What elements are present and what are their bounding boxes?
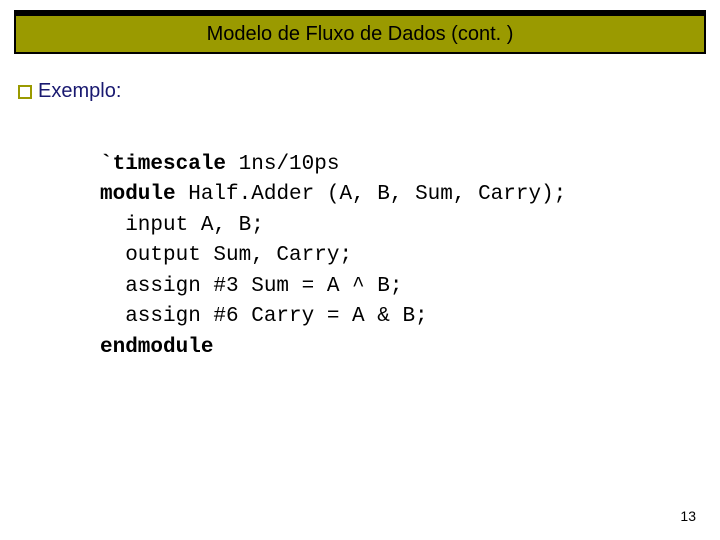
- code-text: Half.Adder (A, B, Sum, Carry);: [176, 183, 567, 206]
- code-line-6: assign #6 Carry = A & B;: [100, 302, 566, 332]
- bullet-label: Exemplo:: [38, 80, 121, 103]
- keyword-timescale: `timescale: [100, 153, 226, 176]
- code-text: 1ns/10ps: [226, 153, 339, 176]
- slide-title: Modelo de Fluxo de Dados (cont. ): [207, 23, 514, 46]
- code-line-3: input A, B;: [100, 211, 566, 241]
- code-line-5: assign #3 Sum = A ^ B;: [100, 272, 566, 302]
- code-line-2: module Half.Adder (A, B, Sum, Carry);: [100, 180, 566, 210]
- page-number: 13: [680, 508, 696, 524]
- slide: Modelo de Fluxo de Dados (cont. ) Exempl…: [0, 0, 720, 540]
- bullet-item: Exemplo:: [18, 80, 121, 103]
- title-bar: Modelo de Fluxo de Dados (cont. ): [14, 10, 706, 54]
- square-bullet-icon: [18, 85, 32, 99]
- code-line-7: endmodule: [100, 333, 566, 363]
- keyword-module: module: [100, 183, 176, 206]
- code-line-1: `timescale 1ns/10ps: [100, 150, 566, 180]
- code-block: `timescale 1ns/10psmodule Half.Adder (A,…: [100, 150, 566, 363]
- code-line-4: output Sum, Carry;: [100, 241, 566, 271]
